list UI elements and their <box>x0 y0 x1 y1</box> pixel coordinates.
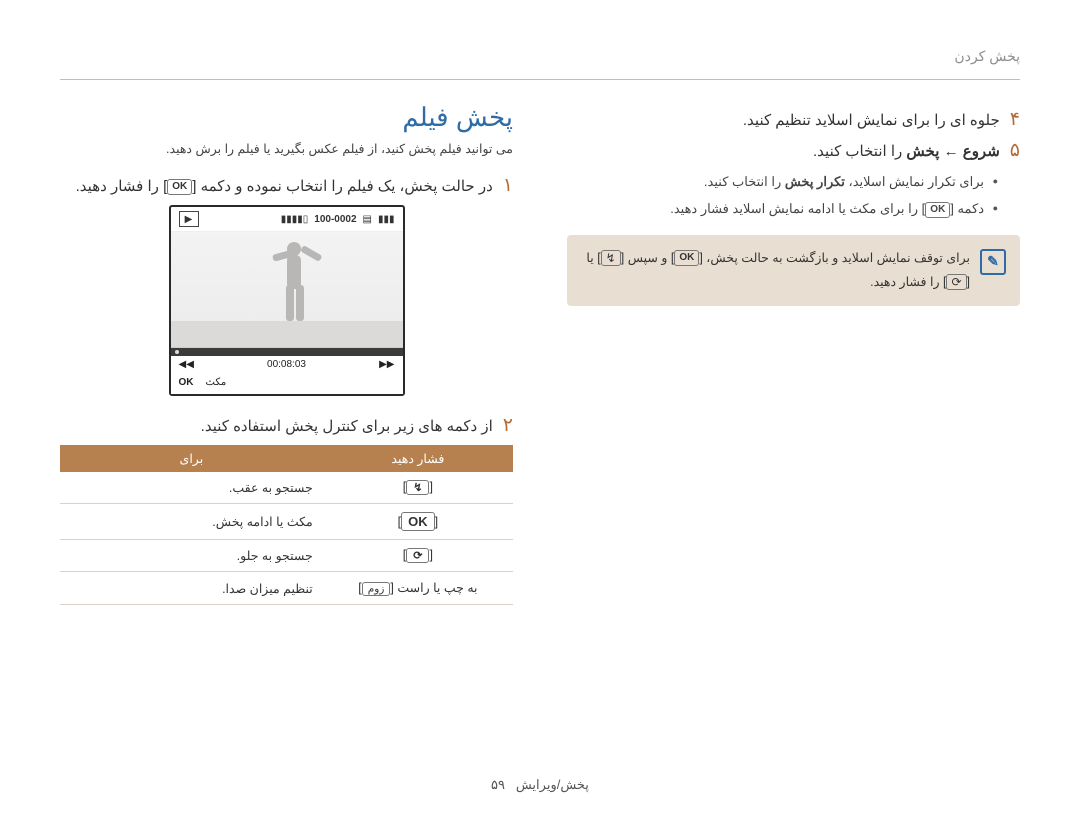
step-1-pre: در حالت پخش، یک فیلم را انتخاب نموده و د… <box>196 178 492 195</box>
desc-cell: جستجو به جلو. <box>60 540 323 572</box>
sd-card-icon: ▤ <box>363 214 372 225</box>
bullet-text: را برای مکث یا ادامه نمایش اسلاید فشار د… <box>670 201 921 216</box>
key-cell: [OK] <box>323 504 513 540</box>
ok-icon: OK <box>401 512 435 531</box>
video-progress-bar <box>171 348 403 356</box>
key-cell: به چپ یا راست [زوم] <box>323 572 513 605</box>
desc-cell: جستجو به عقب. <box>60 472 323 504</box>
note-text: برای توقف نمایش اسلاید و بازگشت به حالت … <box>581 247 970 295</box>
timer-icon: ⟳ <box>946 274 966 290</box>
rewind-icon: ◀◀ <box>179 359 194 370</box>
timer-icon: ⟳ <box>406 548 429 563</box>
note-part: و سپس <box>624 251 671 265</box>
footer-page: ۵۹ <box>491 777 505 792</box>
step-4: ۴ جلوه ای را برای نمایش اسلاید تنظیم کنی… <box>567 108 1020 129</box>
section-title: پخش فیلم <box>60 102 513 133</box>
video-controls-row: OK مکث <box>171 373 403 394</box>
bullet-text: را انتخاب کنید. <box>704 174 785 189</box>
table-row: [⟳] جستجو به جلو. <box>60 540 513 572</box>
step-5-bullets: برای تکرار نمایش اسلاید، تکرار پخش را ان… <box>567 170 998 221</box>
note-part: یا <box>586 251 597 265</box>
step-5-bold: شروع ← پخش <box>906 143 999 160</box>
bullet-item: دکمه [OK] را برای مکث یا ادامه نمایش اسل… <box>567 197 998 220</box>
bullet-bold: تکرار پخش <box>785 174 845 189</box>
bullet-item: برای تکرار نمایش اسلاید، تکرار پخش را ان… <box>567 170 998 193</box>
th-for: برای <box>60 445 323 472</box>
bullet-text: دکمه <box>954 201 984 216</box>
step-number: ۴ <box>1010 108 1020 129</box>
step-5: ۵ شروع ← پخش را انتخاب کنید. <box>567 139 1020 160</box>
video-time: 00:08:03 <box>267 359 306 370</box>
pause-label: مکث <box>206 377 227 388</box>
video-status-bar: ▶ ▮▮▮▮▯ 100-0002 ▤ ▮▮▮ <box>171 207 403 231</box>
controls-table: فشار دهید برای [↯] جستجو به عقب. [OK] مک… <box>60 445 513 605</box>
page-footer: پخش/ویرایش ۵۹ <box>0 777 1080 793</box>
zoom-prefix: به چپ یا راست <box>394 581 478 595</box>
note-part: برای توقف نمایش اسلاید و بازگشت به حالت … <box>703 251 970 265</box>
step-5-text: شروع ← پخش را انتخاب کنید. <box>813 142 1000 160</box>
step-1-text: در حالت پخش، یک فیلم را انتخاب نموده و د… <box>76 177 493 195</box>
note-part: را فشار دهید. <box>870 275 943 289</box>
right-column: ۴ جلوه ای را برای نمایش اسلاید تنظیم کنی… <box>567 102 1020 605</box>
flash-icon: ↯ <box>406 480 429 495</box>
ok-icon: OK <box>674 250 699 266</box>
key-cell: [⟳] <box>323 540 513 572</box>
playback-mode-icon: ▶ <box>179 211 199 227</box>
table-row: [OK] مکث یا ادامه پخش. <box>60 504 513 540</box>
note-box: ✎ برای توقف نمایش اسلاید و بازگشت به حال… <box>567 235 1020 307</box>
th-press: فشار دهید <box>323 445 513 472</box>
note-icon: ✎ <box>980 249 1006 275</box>
zoom-label: زوم <box>362 582 391 596</box>
breadcrumb: پخش کردن <box>60 48 1020 80</box>
forward-icon: ▶▶ <box>379 359 394 370</box>
left-column: پخش فیلم می توانید فیلم پخش کنید، از فیل… <box>60 102 513 605</box>
step-number: ۲ <box>503 414 513 435</box>
ok-icon: OK <box>925 202 950 218</box>
desc-cell: تنظیم میزان صدا. <box>60 572 323 605</box>
step-4-text: جلوه ای را برای نمایش اسلاید تنظیم کنید. <box>743 111 1000 129</box>
step-number: ۱ <box>503 174 513 195</box>
file-counter: 100-0002 <box>314 214 356 225</box>
video-info-row: ◀◀ 00:08:03 ▶▶ <box>171 356 403 373</box>
step-2-text: از دکمه های زیر برای کنترل پخش استفاده ک… <box>201 417 493 435</box>
step-2: ۲ از دکمه های زیر برای کنترل پخش استفاده… <box>60 414 513 435</box>
step-1: ۱ در حالت پخش، یک فیلم را انتخاب نموده و… <box>60 174 513 195</box>
battery-icon: ▮▮▮ <box>378 214 395 225</box>
video-preview: ▶ ▮▮▮▮▯ 100-0002 ▤ ▮▮▮ <box>169 205 405 396</box>
video-canvas <box>171 231 403 348</box>
section-subtitle: می توانید فیلم پخش کنید، از فیلم عکس بگی… <box>60 141 513 156</box>
bullet-text: برای تکرار نمایش اسلاید، <box>845 174 984 189</box>
step-5-rest: را انتخاب کنید. <box>813 143 906 160</box>
desc-cell: مکث یا ادامه پخش. <box>60 504 323 540</box>
breadcrumb-text: پخش کردن <box>954 48 1020 64</box>
step-number: ۵ <box>1010 139 1020 160</box>
footer-section: پخش/ویرایش <box>516 777 589 792</box>
person-silhouette <box>266 239 326 329</box>
signal-bars-icon: ▮▮▮▮▯ <box>281 214 309 225</box>
ok-label: OK <box>179 377 194 388</box>
ok-icon: OK <box>167 179 192 195</box>
table-row: [↯] جستجو به عقب. <box>60 472 513 504</box>
table-row: به چپ یا راست [زوم] تنظیم میزان صدا. <box>60 572 513 605</box>
flash-icon: ↯ <box>601 250 621 266</box>
key-cell: [↯] <box>323 472 513 504</box>
step-1-post: را فشار دهید. <box>76 178 163 195</box>
